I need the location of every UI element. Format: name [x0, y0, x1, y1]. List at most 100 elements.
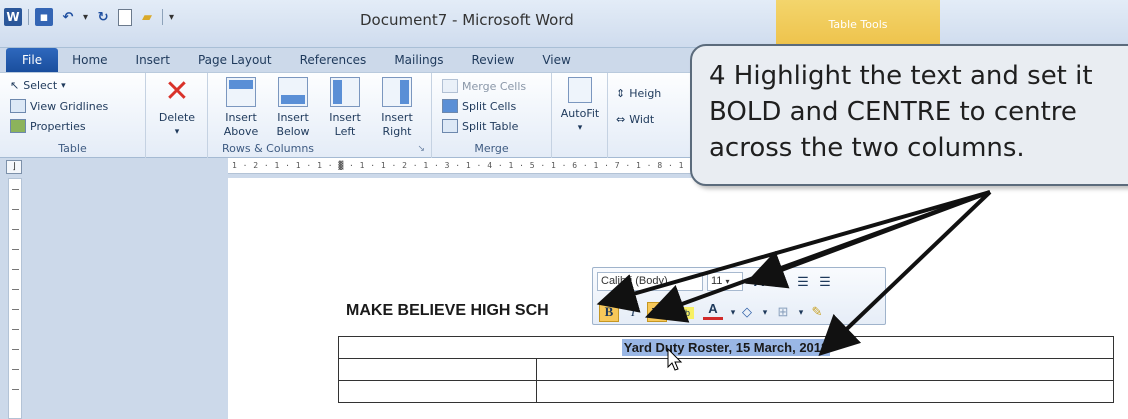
- font-name-box[interactable]: Calibri (Body): [597, 272, 703, 291]
- properties-button[interactable]: Properties: [10, 119, 86, 133]
- cursor-arrow-icon: ↖: [10, 79, 20, 92]
- qat-separator: [162, 9, 164, 25]
- callout-line-2: BOLD and CENTRE to centre: [709, 97, 1077, 127]
- split-table-button[interactable]: Split Table: [442, 119, 518, 133]
- tab-references[interactable]: References: [286, 48, 381, 72]
- insert-right-icon: [382, 77, 412, 107]
- insert-above-label-1: Insert: [225, 111, 257, 124]
- insert-left-label-1: Insert: [329, 111, 361, 124]
- undo-dropdown-icon[interactable]: ▾: [83, 12, 88, 23]
- decrease-indent-icon[interactable]: ☰: [793, 272, 813, 292]
- merge-cells-button[interactable]: Merge Cells: [442, 79, 526, 93]
- roster-table[interactable]: Yard Duty Roster, 15 March, 2012: [338, 336, 1114, 403]
- undo-icon[interactable]: ↶: [59, 8, 77, 26]
- insert-above-button[interactable]: Insert Above: [218, 77, 264, 139]
- increase-indent-icon[interactable]: ☰: [815, 272, 835, 292]
- window-title: Document7 - Microsoft Word: [360, 11, 574, 29]
- open-folder-icon[interactable]: ▰: [138, 8, 156, 26]
- selected-text[interactable]: Yard Duty Roster, 15 March, 2012: [621, 339, 831, 356]
- title-bar: W ▪ ↶ ▾ ↻ ▰ ▾ Document7 - Microsoft Word…: [0, 0, 1128, 48]
- autofit-icon: [568, 77, 592, 103]
- save-icon[interactable]: ▪: [35, 8, 53, 26]
- table-cell[interactable]: [536, 380, 1114, 403]
- autofit-label: AutoFit: [560, 107, 600, 120]
- tab-review[interactable]: Review: [458, 48, 529, 72]
- insert-right-label-2: Right: [382, 125, 412, 138]
- tab-view[interactable]: View: [528, 48, 584, 72]
- view-gridlines-button[interactable]: View Gridlines: [10, 99, 108, 113]
- cell-size-group: ⇕ Heigh ⇔ Widt: [608, 73, 698, 158]
- redo-icon[interactable]: ↻: [94, 8, 112, 26]
- table-row: Yard Duty Roster, 15 March, 2012: [338, 336, 1114, 359]
- table-tools-context-tab: Table Tools: [776, 0, 940, 48]
- vertical-ruler[interactable]: [8, 178, 22, 419]
- split-cells-button[interactable]: Split Cells: [442, 99, 516, 113]
- insert-left-button[interactable]: Insert Left: [322, 77, 368, 139]
- properties-icon: [10, 119, 26, 133]
- insert-right-button[interactable]: Insert Right: [374, 77, 420, 139]
- center-line: [652, 314, 662, 315]
- tab-file[interactable]: File: [6, 48, 59, 72]
- callout-line-3: across the two columns.: [709, 133, 1025, 163]
- insert-above-icon: [226, 77, 256, 107]
- width-field[interactable]: ⇔ Widt: [616, 113, 654, 126]
- shrink-font-button[interactable]: A: [769, 274, 789, 294]
- delete-button[interactable]: ✕ Delete ▾: [156, 77, 198, 139]
- rows-columns-group: Insert Above Insert Below Insert Left In…: [208, 73, 432, 158]
- highlight-icon[interactable]: ab: [673, 302, 697, 322]
- delete-group: ✕ Delete ▾: [146, 73, 208, 158]
- tab-selector[interactable]: ⌋: [6, 160, 22, 174]
- insert-below-button[interactable]: Insert Below: [270, 77, 316, 139]
- table-row: [338, 380, 1114, 403]
- customize-qat-icon[interactable]: ▾: [169, 12, 174, 23]
- autofit-button[interactable]: AutoFit ▾: [558, 77, 602, 135]
- dialog-launcher-icon[interactable]: ↘: [417, 144, 425, 154]
- insert-below-icon: [278, 77, 308, 107]
- table-cell[interactable]: [338, 380, 537, 403]
- table-group: ↖ Select ▾ View Gridlines Properties Tab…: [0, 73, 146, 158]
- ruler-tick: [12, 369, 19, 370]
- document-heading[interactable]: MAKE BELIEVE HIGH SCH: [346, 302, 549, 320]
- chevron-down-icon[interactable]: ▾: [755, 302, 775, 322]
- table-cell[interactable]: [536, 358, 1114, 381]
- height-field[interactable]: ⇕ Heigh: [616, 87, 661, 100]
- table-header-cell[interactable]: Yard Duty Roster, 15 March, 2012: [338, 336, 1114, 359]
- height-label: Heigh: [629, 87, 662, 100]
- instruction-callout: 4 Highlight the text and set it BOLD and…: [690, 44, 1128, 186]
- tab-insert[interactable]: Insert: [122, 48, 184, 72]
- properties-label: Properties: [30, 119, 86, 133]
- autofit-group: AutoFit ▾: [552, 73, 608, 158]
- select-label: Select: [23, 79, 58, 92]
- format-painter-icon[interactable]: ✎: [807, 302, 827, 322]
- ruler-tick: [12, 349, 19, 350]
- ruler-tick: [12, 229, 19, 230]
- bold-button[interactable]: B: [599, 302, 619, 322]
- italic-button[interactable]: I: [623, 302, 643, 322]
- font-size-box[interactable]: 11 ▾: [707, 272, 743, 291]
- new-document-icon[interactable]: [118, 8, 133, 26]
- insert-left-icon: [330, 77, 360, 107]
- merge-group-label: Merge: [474, 142, 509, 155]
- word-logo-icon[interactable]: W: [4, 8, 22, 26]
- insert-above-label-2: Above: [223, 125, 259, 138]
- center-align-button[interactable]: [647, 302, 667, 322]
- tab-home[interactable]: Home: [58, 48, 121, 72]
- shading-icon[interactable]: ◇: [737, 302, 757, 322]
- select-button[interactable]: ↖ Select ▾: [10, 79, 66, 92]
- tab-mailings[interactable]: Mailings: [380, 48, 457, 72]
- insert-below-label-2: Below: [276, 125, 310, 138]
- chevron-down-icon: ▾: [725, 277, 730, 286]
- font-color-button[interactable]: A: [703, 300, 723, 320]
- borders-icon[interactable]: ⊞: [773, 302, 793, 322]
- font-name-value: Calibri (Body): [601, 275, 668, 287]
- table-cell[interactable]: [338, 358, 537, 381]
- width-label: Widt: [629, 113, 655, 126]
- split-table-label: Split Table: [462, 119, 519, 133]
- chevron-down-icon: ▾: [61, 80, 66, 91]
- grow-font-button[interactable]: A: [749, 272, 769, 292]
- split-cells-icon: [442, 99, 458, 113]
- center-line: [652, 308, 662, 309]
- tab-page-layout[interactable]: Page Layout: [184, 48, 286, 72]
- mini-toolbar: Calibri (Body) 11 ▾ A A ☰ ☰ B I ab A ▾ ◇…: [592, 267, 886, 325]
- ruler-tick: [12, 249, 19, 250]
